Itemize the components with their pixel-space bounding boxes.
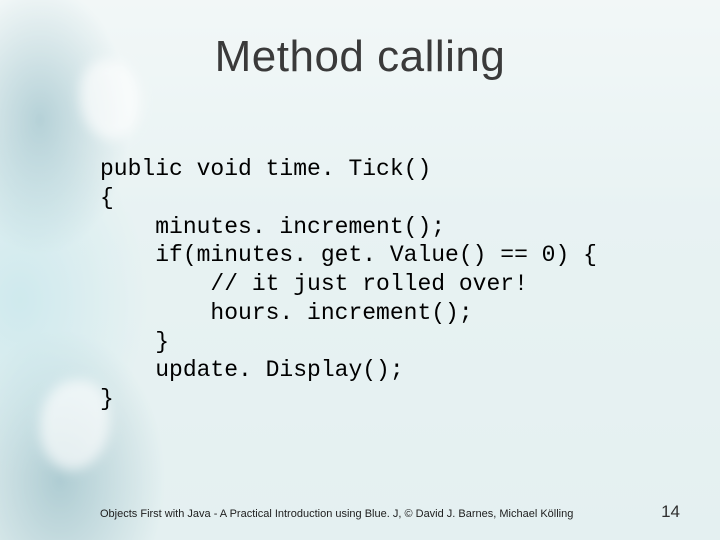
slide-title: Method calling [0, 32, 720, 82]
code-block: public void time. Tick() { minutes. incr… [100, 155, 597, 414]
page-number: 14 [661, 502, 680, 522]
slide: Method calling public void time. Tick() … [0, 0, 720, 540]
footer-citation: Objects First with Java - A Practical In… [100, 508, 660, 520]
